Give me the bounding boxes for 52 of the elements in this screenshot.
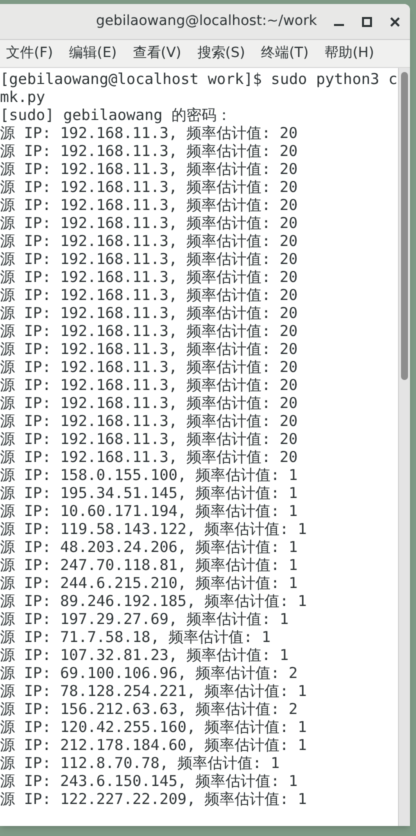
terminal-line: 源 IP: 192.168.11.3, 频率估计值: 20 <box>0 268 298 286</box>
terminal-line: 源 IP: 192.168.11.3, 频率估计值: 20 <box>0 178 298 196</box>
menu-item[interactable]: 文件(F) <box>6 43 53 64</box>
terminal-line: 源 IP: 247.70.118.81, 频率估计值: 1 <box>0 556 298 574</box>
terminal-line: 源 IP: 192.168.11.3, 频率估计值: 20 <box>0 376 298 394</box>
terminal-line: 源 IP: 112.8.70.78, 频率估计值: 1 <box>0 754 280 772</box>
terminal-line: 源 IP: 195.34.51.145, 频率估计值: 1 <box>0 484 298 502</box>
terminal-line: 源 IP: 48.203.24.206, 频率估计值: 1 <box>0 538 298 556</box>
terminal-line: 源 IP: 192.168.11.3, 频率估计值: 20 <box>0 160 298 178</box>
terminal-line: 源 IP: 122.227.22.209, 频率估计值: 1 <box>0 790 307 808</box>
menu-item[interactable]: 编辑(E) <box>68 43 117 64</box>
terminal-line: 源 IP: 71.7.58.18, 频率估计值: 1 <box>0 628 271 646</box>
terminal-line: 源 IP: 192.168.11.3, 频率估计值: 20 <box>0 304 298 322</box>
terminal-line: 源 IP: 244.6.215.210, 频率估计值: 1 <box>0 574 298 592</box>
window-title: gebilaowang@localhost:~/work <box>96 12 317 31</box>
terminal-line: [sudo] gebilaowang 的密码： <box>0 106 232 124</box>
terminal-line: 源 IP: 192.168.11.3, 频率估计值: 20 <box>0 358 298 376</box>
maximize-icon[interactable] <box>362 16 372 26</box>
terminal-line: 源 IP: 192.168.11.3, 频率估计值: 20 <box>0 286 298 304</box>
terminal-line: 源 IP: 78.128.254.221, 频率估计值: 1 <box>0 682 307 700</box>
scrollbar-thumb[interactable] <box>401 72 408 380</box>
terminal-line: 源 IP: 192.168.11.3, 频率估计值: 20 <box>0 232 298 250</box>
menu-item[interactable]: 查看(V) <box>132 43 182 64</box>
terminal-line: mk.py <box>0 88 46 106</box>
terminal-line: 源 IP: 119.58.143.122, 频率估计值: 1 <box>0 520 307 538</box>
terminal-line: 源 IP: 192.168.11.3, 频率估计值: 20 <box>0 394 298 412</box>
terminal-line: 源 IP: 197.29.27.69, 频率估计值: 1 <box>0 610 289 628</box>
terminal-line: 源 IP: 192.168.11.3, 频率估计值: 20 <box>0 142 298 160</box>
scrollbar[interactable] <box>398 68 410 826</box>
terminal-line: 源 IP: 158.0.155.100, 频率估计值: 1 <box>0 466 298 484</box>
terminal-line: 源 IP: 243.6.150.145, 频率估计值: 1 <box>0 772 298 790</box>
terminal-line: 源 IP: 192.168.11.3, 频率估计值: 20 <box>0 448 298 466</box>
terminal-line: 源 IP: 107.32.81.23, 频率估计值: 1 <box>0 646 289 664</box>
terminal-line: 源 IP: 192.168.11.3, 频率估计值: 20 <box>0 322 298 340</box>
menu-item[interactable]: 终端(T) <box>261 43 309 64</box>
terminal-line: 源 IP: 156.212.63.63, 频率估计值: 2 <box>0 700 298 718</box>
terminal-line: 源 IP: 10.60.171.194, 频率估计值: 1 <box>0 502 298 520</box>
menu-item[interactable]: 搜索(S) <box>197 43 246 64</box>
terminal-line: [gebilaowang@localhost work]$ sudo python3 c <box>0 70 398 88</box>
menu-item[interactable]: 帮助(H) <box>324 43 374 64</box>
terminal-line: 源 IP: 192.168.11.3, 频率估计值: 20 <box>0 196 298 214</box>
terminal-line: 源 IP: 192.168.11.3, 频率估计值: 20 <box>0 412 298 430</box>
terminal-line: 源 IP: 120.42.255.160, 频率估计值: 1 <box>0 718 307 736</box>
terminal-line: 源 IP: 192.168.11.3, 频率估计值: 20 <box>0 124 298 142</box>
terminal-line: 源 IP: 89.246.192.185, 频率估计值: 1 <box>0 592 307 610</box>
close-icon[interactable] <box>390 16 400 26</box>
terminal-line: 源 IP: 69.100.106.96, 频率估计值: 2 <box>0 664 298 682</box>
terminal-line: 源 IP: 192.168.11.3, 频率估计值: 20 <box>0 430 298 448</box>
terminal-line: 源 IP: 212.178.184.60, 频率估计值: 1 <box>0 736 307 754</box>
terminal-line: 源 IP: 192.168.11.3, 频率估计值: 20 <box>0 250 298 268</box>
terminal-line: 源 IP: 192.168.11.3, 频率估计值: 20 <box>0 214 298 232</box>
terminal-line: 源 IP: 192.168.11.3, 频率估计值: 20 <box>0 340 298 358</box>
